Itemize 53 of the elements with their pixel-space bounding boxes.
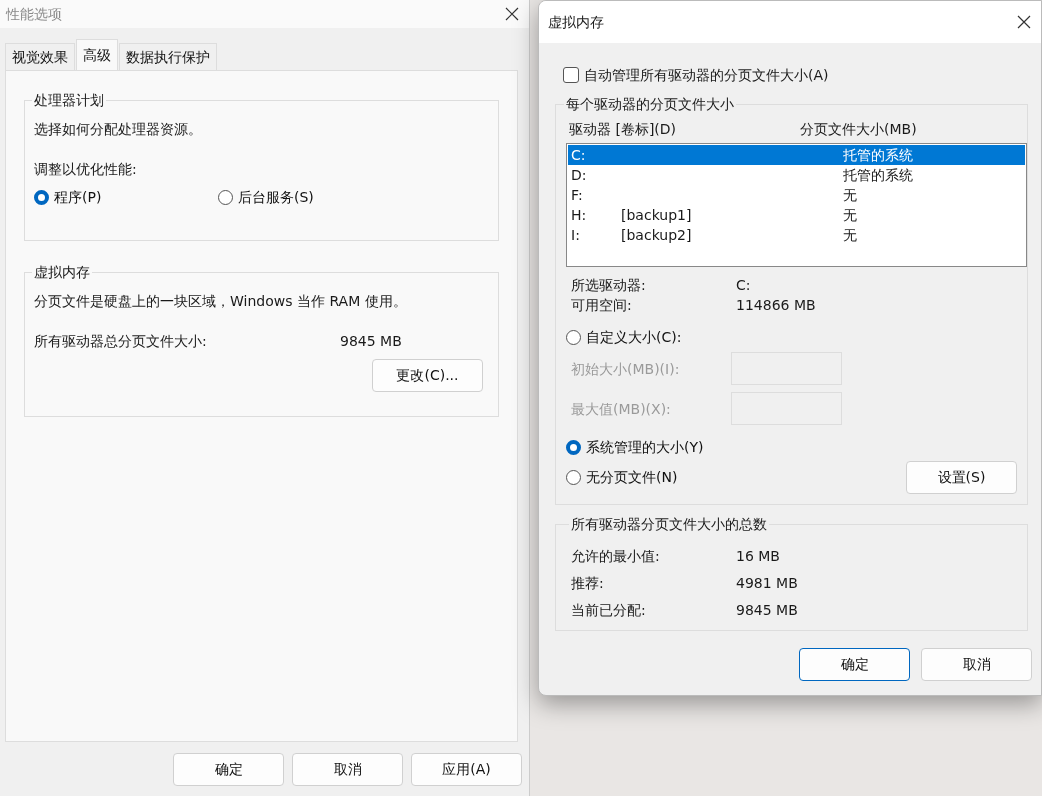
radio-button[interactable]: 无分页文件(N) bbox=[566, 467, 678, 488]
close-icon[interactable] bbox=[1017, 15, 1031, 29]
total-value: 9845 MB bbox=[340, 332, 402, 351]
radio-button[interactable]: 程序(P) bbox=[34, 187, 218, 208]
adjust-label: 调整以优化性能: bbox=[34, 160, 138, 179]
radio-button[interactable]: 自定义大小(C): bbox=[566, 327, 682, 348]
list-row[interactable]: D: 托管的系统 bbox=[568, 165, 1025, 185]
summary-value: 16 MB bbox=[736, 547, 780, 566]
dialog-button[interactable]: 应用(A) bbox=[411, 753, 522, 786]
radio-button[interactable]: 系统管理的大小(Y) bbox=[566, 437, 704, 458]
summary-value: 4981 MB bbox=[736, 574, 798, 593]
tab[interactable]: 高级 bbox=[76, 39, 118, 70]
radio-icon[interactable] bbox=[566, 470, 581, 485]
radio-button[interactable]: 后台服务(S) bbox=[218, 187, 402, 208]
set-button[interactable]: 设置(S) bbox=[906, 461, 1017, 494]
description-text: 分页文件是硬盘上的一块区域，Windows 当作 RAM 使用。 bbox=[34, 292, 408, 311]
tab[interactable]: 数据执行保护 bbox=[119, 43, 217, 70]
group-title: 每个驱动器的分页文件大小 bbox=[565, 97, 735, 111]
info-label: 所选驱动器: bbox=[571, 276, 647, 295]
summary-label: 允许的最小值: bbox=[571, 547, 661, 566]
list-row[interactable]: H: [backup1] 无 bbox=[568, 205, 1025, 225]
description-text: 选择如何分配处理器资源。 bbox=[34, 120, 203, 139]
window-title: 性能选项 bbox=[6, 4, 62, 24]
list-row[interactable]: F: 无 bbox=[568, 185, 1025, 205]
column-header: 分页文件大小(MB) bbox=[800, 120, 917, 139]
checkbox[interactable]: 自动管理所有驱动器的分页文件大小(A) bbox=[563, 65, 829, 85]
group-title: 虚拟内存 bbox=[33, 265, 91, 279]
group-title: 所有驱动器分页文件大小的总数 bbox=[570, 517, 768, 531]
list-row[interactable]: I: [backup2] 无 bbox=[568, 225, 1025, 245]
info-value: 114866 MB bbox=[736, 296, 816, 315]
close-icon[interactable] bbox=[505, 7, 519, 21]
info-value: C: bbox=[736, 276, 751, 295]
summary-label: 推荐: bbox=[571, 574, 605, 593]
group-title: 处理器计划 bbox=[33, 93, 105, 107]
dialog-button[interactable]: 取消 bbox=[292, 753, 403, 786]
field-label: 初始大小(MB)(I): bbox=[570, 359, 681, 379]
field-label: 最大值(MB)(X): bbox=[570, 399, 672, 419]
window-title: 虚拟内存 bbox=[548, 12, 604, 32]
summary-label: 当前已分配: bbox=[571, 601, 647, 620]
tab[interactable]: 视觉效果 bbox=[5, 43, 75, 70]
summary-value: 9845 MB bbox=[736, 601, 798, 620]
dialog-button[interactable]: 确定 bbox=[173, 753, 284, 786]
radio-icon[interactable] bbox=[218, 190, 233, 205]
column-header: 驱动器 [卷标](D) bbox=[569, 120, 678, 139]
radio-icon[interactable] bbox=[34, 190, 49, 205]
change-button[interactable]: 更改(C)... bbox=[372, 359, 483, 392]
list-row[interactable]: C: 托管的系统 bbox=[568, 145, 1025, 165]
total-label: 所有驱动器总分页文件大小: bbox=[34, 332, 208, 351]
dialog-button[interactable]: 取消 bbox=[921, 648, 1032, 681]
info-label: 可用空间: bbox=[571, 296, 633, 315]
radio-icon[interactable] bbox=[566, 440, 581, 455]
dialog-button[interactable]: 确定 bbox=[799, 648, 910, 681]
radio-icon[interactable] bbox=[566, 330, 581, 345]
